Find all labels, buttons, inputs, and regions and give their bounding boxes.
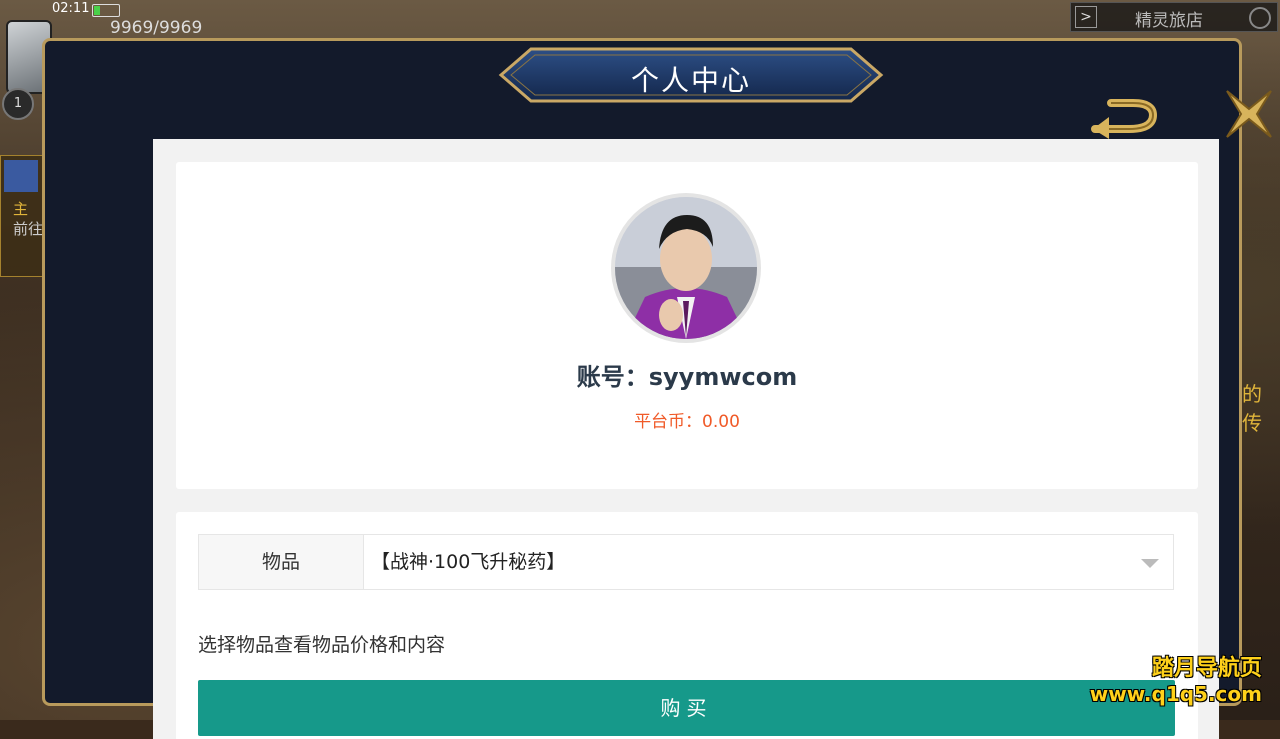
watermark-title: 踏月导航页: [1151, 656, 1262, 681]
side-banner-text: 的传: [1242, 382, 1262, 435]
item-select-value[interactable]: 【战神·100飞升秘药】: [371, 535, 565, 589]
purchase-card: 物品 【战神·100飞升秘药】 选择物品查看物品价格和内容 购买: [176, 512, 1198, 739]
profile-card: 账号：syymwcom 平台币：0.00: [176, 162, 1198, 489]
item-hint: 选择物品查看物品价格和内容: [198, 634, 446, 656]
expand-arrow-icon[interactable]: >: [1075, 6, 1097, 28]
status-bar: 02:11: [0, 0, 300, 20]
modal-title: 个人中心: [630, 64, 751, 97]
watermark-url: www.q1q5.com: [1089, 682, 1262, 706]
chevron-down-icon[interactable]: [1141, 559, 1159, 568]
quest-action: 前往: [13, 220, 44, 238]
account-name: 账号：syymwcom: [576, 363, 798, 391]
item-select-label: 物品: [199, 535, 364, 589]
quest-type: 主: [13, 200, 29, 218]
avatar-image: [615, 197, 757, 339]
close-button[interactable]: [1221, 87, 1277, 141]
player-level-badge: 1: [2, 88, 34, 120]
back-arrow-icon: [1091, 99, 1158, 139]
quest-tracker[interactable]: 主 前往: [0, 155, 44, 277]
personal-center-modal: 账号：syymwcom 平台币：0.00 物品 【战神·100飞升秘药】 选择物…: [42, 38, 1272, 739]
watermark: 踏月导航页 www.q1q5.com: [1090, 650, 1262, 706]
battery-icon: [92, 4, 120, 17]
search-icon[interactable]: [1249, 7, 1271, 29]
modal-title-plate: 个人中心: [497, 47, 885, 103]
back-button[interactable]: [1089, 93, 1163, 141]
quest-icon: [4, 160, 38, 192]
avatar: [611, 193, 761, 343]
platform-coins: 平台币：0.00: [634, 412, 740, 432]
buy-button[interactable]: 购买: [198, 680, 1175, 736]
energy-counter: 9969/9969: [110, 18, 203, 38]
clock: 02:11: [52, 1, 90, 16]
inn-shop-button[interactable]: > 精灵旅店: [1070, 2, 1278, 32]
item-select[interactable]: 物品 【战神·100飞升秘药】: [198, 534, 1174, 590]
inn-shop-label: 精灵旅店: [1135, 11, 1203, 31]
modal-content: 账号：syymwcom 平台币：0.00 物品 【战神·100飞升秘药】 选择物…: [153, 139, 1219, 739]
close-icon: [1226, 90, 1272, 138]
